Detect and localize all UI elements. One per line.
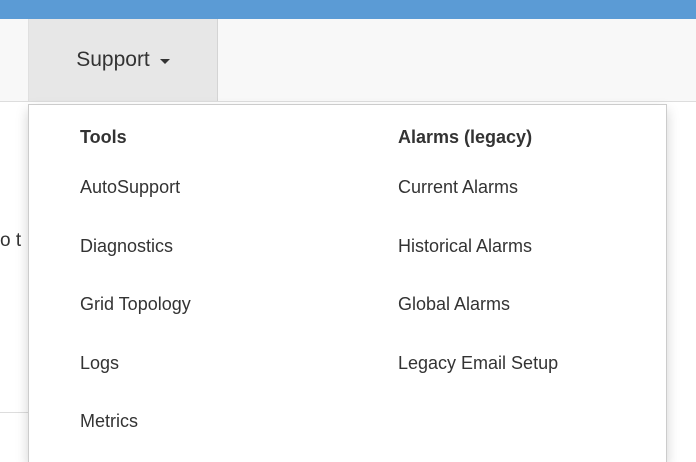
- menu-item-grid-topology[interactable]: Grid Topology: [80, 294, 191, 315]
- nav-bar: Support: [0, 19, 696, 102]
- menu-item-diagnostics[interactable]: Diagnostics: [80, 236, 173, 257]
- tools-header: Tools: [80, 127, 127, 147]
- caret-down-icon: [159, 58, 170, 64]
- menu-item-autosupport[interactable]: AutoSupport: [80, 177, 180, 198]
- alarms-header: Alarms (legacy): [398, 127, 533, 147]
- menu-item-legacy-email-setup[interactable]: Legacy Email Setup: [398, 353, 558, 374]
- menu-item-global-alarms[interactable]: Global Alarms: [398, 294, 510, 315]
- support-menu-button[interactable]: Support: [28, 19, 218, 101]
- support-menu-label: Support: [76, 48, 150, 71]
- page: Support o t Tools AutoSupport Diagnostic…: [0, 0, 696, 462]
- menu-item-logs[interactable]: Logs: [80, 353, 119, 374]
- background-partial-text: o t: [0, 230, 22, 251]
- top-accent-bar: [0, 0, 696, 19]
- background-divider: [0, 412, 28, 413]
- menu-item-current-alarms[interactable]: Current Alarms: [398, 177, 518, 198]
- support-dropdown-menu: Tools AutoSupport Diagnostics Grid Topol…: [28, 104, 667, 462]
- menu-item-metrics[interactable]: Metrics: [80, 411, 138, 432]
- menu-item-historical-alarms[interactable]: Historical Alarms: [398, 236, 532, 257]
